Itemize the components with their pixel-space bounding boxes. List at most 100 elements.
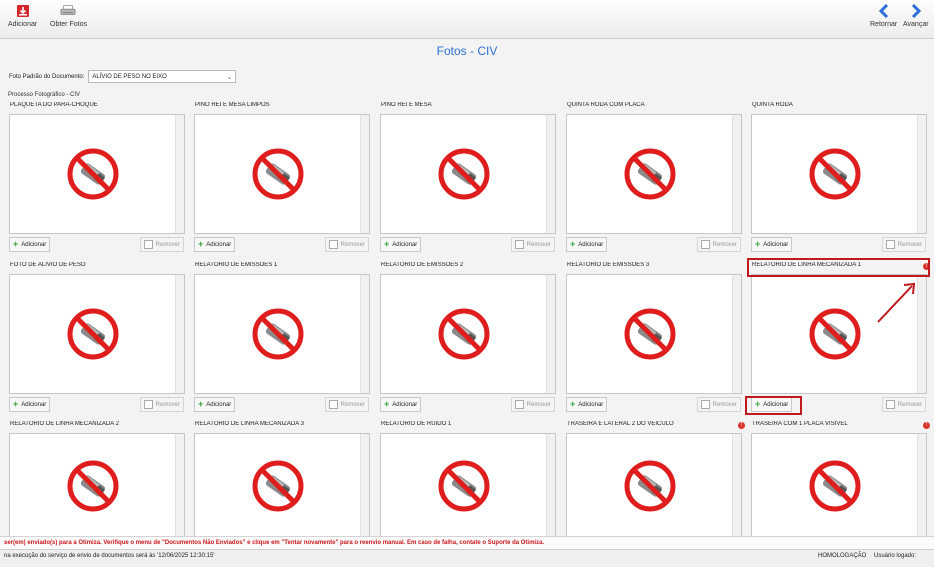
- photo-tile: RELATÓRIO DE LINHA MECANIZADA 3: [194, 421, 375, 538]
- required-alert-icon: !: [738, 422, 745, 429]
- photo-frame-scrollbar[interactable]: [175, 434, 184, 538]
- photo-frame[interactable]: [751, 433, 927, 538]
- add-photo-button[interactable]: + Adicionar: [566, 237, 608, 252]
- photo-tile-title: RELATÓRIO DE LINHA MECANIZADA 2: [9, 421, 190, 431]
- add-photo-button[interactable]: + Adicionar: [9, 397, 51, 412]
- remove-photo-button[interactable]: Remover: [324, 237, 369, 252]
- add-photo-button[interactable]: + Adicionar: [194, 237, 236, 252]
- photo-tile-actions: + Adicionar Remover: [751, 237, 932, 252]
- remove-photo-label: Remover: [897, 401, 922, 408]
- photo-frame[interactable]: [566, 274, 742, 394]
- plus-icon: +: [570, 399, 576, 409]
- photo-frame-scrollbar[interactable]: [546, 434, 555, 538]
- photo-frame-scrollbar[interactable]: [917, 434, 926, 538]
- photo-tile-title-text: TRASEIRA COM 1 PLACA VISÍVEL: [752, 421, 848, 427]
- photo-frame[interactable]: [380, 433, 556, 538]
- photo-frame-scrollbar[interactable]: [360, 275, 369, 393]
- remove-icon: [885, 400, 895, 409]
- remove-photo-label: Remover: [340, 401, 365, 408]
- photo-frame[interactable]: [751, 114, 927, 234]
- photo-frame-scrollbar[interactable]: [917, 115, 926, 233]
- add-document-icon: [15, 3, 31, 19]
- photo-frame-scrollbar[interactable]: [360, 115, 369, 233]
- photo-tile-title: RELATÓRIO DE EMISSÕES 1: [194, 262, 375, 272]
- photo-tile: PLAQUETA DO PARA-CHOQUE + Adicionar Remover: [9, 102, 190, 252]
- photo-tile: PINO REI E MESA + Adicionar Remover: [380, 102, 561, 252]
- next-run-text: na execução do serviço de envio de docum…: [4, 553, 215, 559]
- forward-button[interactable]: Avançar: [903, 3, 929, 28]
- add-photo-button[interactable]: + Adicionar: [380, 397, 422, 412]
- remove-photo-button[interactable]: Remover: [881, 397, 926, 412]
- remove-photo-button[interactable]: Remover: [696, 397, 741, 412]
- photo-frame[interactable]: [380, 274, 556, 394]
- photo-tile-actions: + Adicionar Remover: [380, 397, 561, 412]
- photo-tile-actions: + Adicionar Remover: [9, 397, 190, 412]
- photo-frame-scrollbar[interactable]: [546, 275, 555, 393]
- photo-tile-title-text: RELATÓRIO DE EMISSÕES 1: [195, 262, 278, 268]
- photo-frame[interactable]: [9, 433, 185, 538]
- photo-tile: QUINTA RODA + Adicionar Remover: [751, 102, 932, 252]
- add-photo-button[interactable]: + Adicionar: [194, 397, 236, 412]
- photo-frame-scrollbar[interactable]: [175, 275, 184, 393]
- add-photo-button[interactable]: + Adicionar: [9, 237, 51, 252]
- photo-frame[interactable]: [9, 114, 185, 234]
- photo-frame-scrollbar[interactable]: [360, 434, 369, 538]
- page-title: Fotos - CIV: [436, 44, 498, 58]
- photo-frame-scrollbar[interactable]: [732, 115, 741, 233]
- remove-photo-button[interactable]: Remover: [139, 397, 184, 412]
- add-toolbar-button[interactable]: Adicionar: [8, 3, 37, 28]
- photo-tile-title: TRASEIRA E LATERAL 2 DO VEÍCULO!: [566, 421, 747, 431]
- photo-tile-title: PLAQUETA DO PARA-CHOQUE: [9, 102, 190, 112]
- chevron-right-icon: [908, 3, 924, 19]
- chevron-left-icon: [876, 3, 892, 19]
- remove-photo-button[interactable]: Remover: [696, 237, 741, 252]
- photo-tile: RELATÓRIO DE LINHA MECANIZADA 2: [9, 421, 190, 538]
- no-image-icon: [66, 307, 120, 361]
- photo-frame[interactable]: [194, 274, 370, 394]
- no-image-icon: [808, 459, 862, 513]
- remove-photo-button[interactable]: Remover: [139, 237, 184, 252]
- no-image-icon: [251, 459, 305, 513]
- photo-frame[interactable]: [194, 433, 370, 538]
- document-select[interactable]: ALÍVIO DE PESO NO EIXO ⌄: [88, 70, 237, 83]
- photo-frame-scrollbar[interactable]: [546, 115, 555, 233]
- status-bar: na execução do serviço de envio de docum…: [0, 549, 934, 567]
- back-label: Retornar: [870, 21, 898, 28]
- photo-tile-title-text: QUINTA RODA: [752, 102, 793, 108]
- get-photos-label: Obter Fotos: [50, 21, 87, 28]
- remove-icon: [143, 240, 153, 249]
- no-image-icon: [623, 459, 677, 513]
- process-label: Processo Fotográfico - CIV: [8, 92, 81, 98]
- no-image-icon: [623, 307, 677, 361]
- photo-tile: PINO REI E MESA LIMPOS + Adicionar Remover: [194, 102, 375, 252]
- photo-tile-title-text: RELATÓRIO DE EMISSÕES 2: [381, 262, 464, 268]
- add-photo-button[interactable]: + Adicionar: [751, 237, 793, 252]
- remove-photo-button[interactable]: Remover: [510, 397, 555, 412]
- photo-tile-title: QUINTA RODA: [751, 102, 932, 112]
- document-selector-row: Foto Padrão do Documento: ALÍVIO DE PESO…: [9, 70, 237, 83]
- photo-frame[interactable]: [566, 114, 742, 234]
- photo-frame[interactable]: [566, 433, 742, 538]
- photo-tile-title: RELATÓRIO DE EMISSÕES 3: [566, 262, 747, 272]
- photo-frame-scrollbar[interactable]: [732, 434, 741, 538]
- remove-photo-button[interactable]: Remover: [881, 237, 926, 252]
- photo-tile-title-text: RELATÓRIO DE LINHA MECANIZADA 3: [195, 421, 304, 427]
- environment-mode: HOMOLOGAÇÃO: [818, 553, 867, 559]
- back-button[interactable]: Retornar: [870, 3, 897, 28]
- remove-photo-button[interactable]: Remover: [324, 397, 369, 412]
- add-photo-label: Adicionar: [392, 241, 418, 248]
- remove-icon: [700, 400, 710, 409]
- photo-frame-scrollbar[interactable]: [175, 115, 184, 233]
- photo-frame-scrollbar[interactable]: [732, 275, 741, 393]
- add-photo-button[interactable]: + Adicionar: [380, 237, 422, 252]
- remove-photo-label: Remover: [712, 401, 737, 408]
- remove-photo-button[interactable]: Remover: [510, 237, 555, 252]
- remove-icon: [885, 240, 895, 249]
- photo-frame[interactable]: [380, 114, 556, 234]
- remove-photo-label: Remover: [155, 241, 180, 248]
- photo-frame[interactable]: [9, 274, 185, 394]
- no-image-icon: [251, 147, 305, 201]
- photo-frame[interactable]: [194, 114, 370, 234]
- add-photo-button[interactable]: + Adicionar: [566, 397, 608, 412]
- get-photos-button[interactable]: Obter Fotos: [50, 3, 87, 28]
